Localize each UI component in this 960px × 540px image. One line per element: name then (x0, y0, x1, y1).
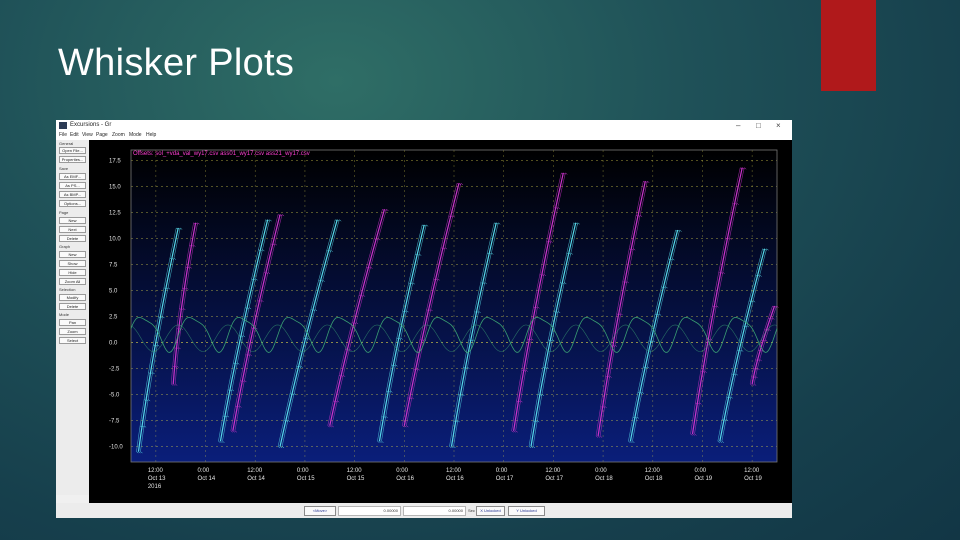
page-delete-button[interactable]: Delete (59, 235, 86, 242)
open-file-button[interactable]: Open File... (59, 147, 86, 154)
y-tick-label: -10.0 (109, 444, 123, 450)
x-tick-time: 0:00 (198, 468, 210, 474)
x-tick-time: 0:00 (297, 468, 309, 474)
y-tick-label: -5.0 (109, 392, 120, 398)
x-tick-date: Oct 13 (148, 476, 166, 482)
files-label: Offsets: sol_+vda_val_wy17.csv ass01_wy1… (133, 151, 310, 157)
x-tick-time: 12:00 (247, 468, 263, 474)
x-unlocked-button[interactable]: X Unlocked (476, 506, 505, 516)
x-tick-date: Oct 16 (446, 476, 464, 482)
x-tick-date: Oct 17 (545, 476, 563, 482)
x-tick-time: 0:00 (595, 468, 607, 474)
x-tick-date: Oct 19 (744, 476, 762, 482)
zoom-all-button[interactable]: Zoom All (59, 278, 86, 285)
y-tick-label: -7.5 (109, 418, 120, 424)
x-tick-date: Oct 15 (297, 476, 315, 482)
menu-page[interactable]: Page (96, 131, 108, 140)
y-tick-label: 0.0 (109, 340, 118, 346)
move-button[interactable]: <Move> (304, 506, 336, 516)
menu-help[interactable]: Help (146, 131, 156, 140)
selection-modify-button[interactable]: Modify (59, 294, 86, 301)
y-offset-field[interactable]: 0.00000 (403, 506, 466, 516)
graph-new-button[interactable]: New (59, 251, 86, 258)
x-tick-date: Oct 18 (595, 476, 613, 482)
x-offset-field[interactable]: 0.00000 (338, 506, 401, 516)
y-tick-label: -2.5 (109, 366, 120, 372)
mode-zoom-button[interactable]: Zoom (59, 328, 86, 335)
menu-zoom[interactable]: Zoom (112, 131, 125, 140)
x-tick-date: Oct 15 (347, 476, 365, 482)
maximize-button[interactable]: □ (756, 120, 761, 131)
save-emf-button[interactable]: As EMF... (59, 173, 86, 180)
whisker-plot: 17.5 15.0 12.5 10.0 7.5 5.0 2.5 0.0 -2.5 -5.0 -7.5… (109, 149, 779, 490)
y-tick-label: 7.5 (109, 262, 118, 268)
plot-area[interactable]: 17.5 15.0 12.5 10.0 7.5 5.0 2.5 0.0 -2.5 -5.0 -7.5… (89, 140, 792, 503)
close-button[interactable]: × (776, 120, 781, 131)
page-next-button[interactable]: Next (59, 226, 86, 233)
x-tick-date: Oct 14 (198, 476, 216, 482)
app-icon (59, 122, 67, 129)
unit-label: Sec (468, 508, 475, 513)
menu-file[interactable]: File (59, 131, 67, 140)
section-label-save: Save (59, 166, 69, 171)
y-tick-label: 15.0 (109, 184, 121, 190)
x-tick-time: 12:00 (446, 468, 462, 474)
x-tick-time: 12:00 (545, 468, 561, 474)
selection-delete-button[interactable]: Delete (59, 303, 86, 310)
page-new-button[interactable]: New (59, 217, 86, 224)
accent-bar (821, 0, 876, 91)
mode-select-button[interactable]: Select (59, 337, 86, 344)
x-tick-time: 12:00 (645, 468, 661, 474)
section-label-mode: Mode (59, 312, 70, 317)
x-tick-time: 0:00 (496, 468, 508, 474)
section-label-page: Page (59, 210, 69, 215)
x-tick-year: 2016 (148, 484, 162, 490)
left-panel: General Open File... Properties... Save … (56, 140, 90, 495)
y-tick-label: 17.5 (109, 158, 121, 164)
x-tick-time: 12:00 (744, 468, 760, 474)
x-tick-time: 0:00 (396, 468, 408, 474)
x-tick-date: Oct 16 (396, 476, 414, 482)
x-tick-date: Oct 17 (496, 476, 514, 482)
save-ps-button[interactable]: As PS... (59, 182, 86, 189)
y-tick-label: 10.0 (109, 236, 121, 242)
save-bmp-button[interactable]: As BMP... (59, 191, 86, 198)
menu-edit[interactable]: Edit (70, 131, 79, 140)
window-titlebar: Excursions - Gr – □ × (56, 120, 792, 131)
menu-mode[interactable]: Mode (129, 131, 142, 140)
app-window: Excursions - Gr – □ × File Edit View Pag… (56, 120, 792, 518)
y-tick-label: 2.5 (109, 314, 118, 320)
graph-hide-button[interactable]: Hide (59, 269, 86, 276)
properties-button[interactable]: Properties... (59, 156, 86, 163)
y-tick-label: 5.0 (109, 288, 118, 294)
y-unlocked-button[interactable]: Y Unlocked (508, 506, 545, 516)
section-label-selection: Selection (59, 287, 76, 292)
window-title: Excursions - Gr (70, 122, 112, 128)
slide-title: Whisker Plots (58, 42, 295, 84)
bottom-bar: <Move> 0.00000 0.00000 Sec X Unlocked Y … (56, 503, 792, 518)
mode-pan-button[interactable]: Pan (59, 319, 86, 326)
x-tick-date: Oct 14 (247, 476, 265, 482)
minimize-button[interactable]: – (736, 120, 740, 131)
menu-view[interactable]: View (82, 131, 93, 140)
x-tick-time: 0:00 (694, 468, 706, 474)
section-label-graph: Graph (59, 244, 71, 249)
x-tick-time: 12:00 (148, 468, 164, 474)
x-tick-date: Oct 18 (645, 476, 663, 482)
graph-show-button[interactable]: Show (59, 260, 86, 267)
save-options-button[interactable]: Options... (59, 200, 86, 207)
x-tick-time: 12:00 (347, 468, 363, 474)
x-tick-date: Oct 19 (694, 476, 712, 482)
y-tick-label: 12.5 (109, 210, 121, 216)
